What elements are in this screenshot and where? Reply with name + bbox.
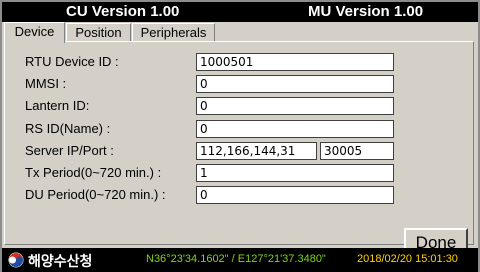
- device-settings-panel: RTU Device ID : 1000501 MMSI : 0 Lantern…: [4, 41, 474, 258]
- content-area: Device Position Peripherals RTU Device I…: [2, 22, 478, 258]
- mu-version-label: MU Version 1.00: [308, 3, 424, 20]
- mmsi-label: MMSI :: [25, 76, 67, 91]
- server-ip-port-label: Server IP/Port :: [25, 143, 114, 158]
- korea-emblem-icon: [8, 252, 24, 268]
- rtu-device-id-label: RTU Device ID :: [25, 54, 119, 69]
- server-port-field[interactable]: 30005: [320, 142, 394, 160]
- lantern-id-label: Lantern ID:: [25, 98, 90, 113]
- du-period-label: DU Period(0~720 min.) :: [25, 187, 166, 202]
- status-bar: 해양수산청 N36°23'34.1602" / E127°21'37.3480"…: [2, 248, 478, 272]
- app-window: CU Version 1.00 MU Version 1.00 Device P…: [0, 0, 480, 272]
- tab-peripherals[interactable]: Peripherals: [132, 23, 215, 42]
- tx-period-label: Tx Period(0~720 min.) :: [25, 165, 162, 180]
- lantern-id-field[interactable]: 0: [196, 97, 394, 115]
- organization-name: 해양수산청: [28, 254, 93, 270]
- rtu-device-id-field[interactable]: 1000501: [196, 53, 394, 71]
- server-ip-field[interactable]: 112,166,144,31: [196, 142, 317, 160]
- du-period-field[interactable]: 0: [196, 186, 394, 204]
- date-time: 2018/02/20 15:01:30: [357, 253, 458, 265]
- tab-device[interactable]: Device: [4, 22, 65, 43]
- rs-id-field[interactable]: 0: [196, 120, 394, 138]
- tab-position[interactable]: Position: [66, 23, 131, 42]
- cu-version-label: CU Version 1.00: [66, 3, 180, 20]
- tx-period-field[interactable]: 1: [196, 164, 394, 182]
- title-bar: CU Version 1.00 MU Version 1.00: [2, 2, 478, 22]
- mmsi-field[interactable]: 0: [196, 75, 394, 93]
- gps-coordinates: N36°23'34.1602" / E127°21'37.3480": [146, 253, 326, 265]
- rs-id-label: RS ID(Name) :: [25, 121, 111, 136]
